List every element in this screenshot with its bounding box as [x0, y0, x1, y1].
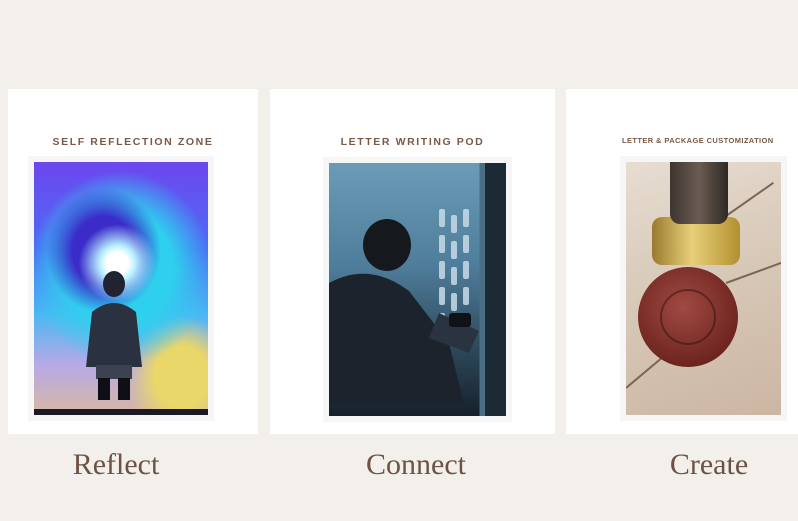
zone-label: LETTER WRITING POD [340, 136, 485, 148]
wax-seal-photo [626, 162, 781, 415]
swirl-artwork-photo [34, 162, 208, 415]
zone-label: SELF REFLECTION ZONE [52, 136, 214, 148]
caption-connect: Connect [366, 448, 466, 481]
zone-label: LETTER & PACKAGE CUSTOMIZATION [622, 136, 774, 145]
caption-reflect: Reflect [72, 448, 160, 481]
zone-card-create: LETTER & PACKAGE CUSTOMIZATION [566, 89, 798, 434]
writing-pod-photo [329, 163, 506, 416]
zone-photo-frame [28, 156, 214, 421]
person-silhouette [86, 271, 142, 400]
zone-card-reflect: SELF REFLECTION ZONE [8, 89, 258, 434]
floor-strip [34, 409, 208, 415]
zone-card-connect: LETTER WRITING POD [270, 89, 555, 434]
seal-stamp-brass [652, 217, 740, 265]
zone-photo-frame [323, 157, 512, 422]
seal-stamp-handle [670, 162, 728, 224]
caption-create: Create [669, 448, 749, 481]
writer-silhouette [329, 219, 479, 404]
twig [725, 261, 781, 284]
wax-seal [638, 267, 738, 367]
zone-photo-frame [620, 156, 787, 421]
